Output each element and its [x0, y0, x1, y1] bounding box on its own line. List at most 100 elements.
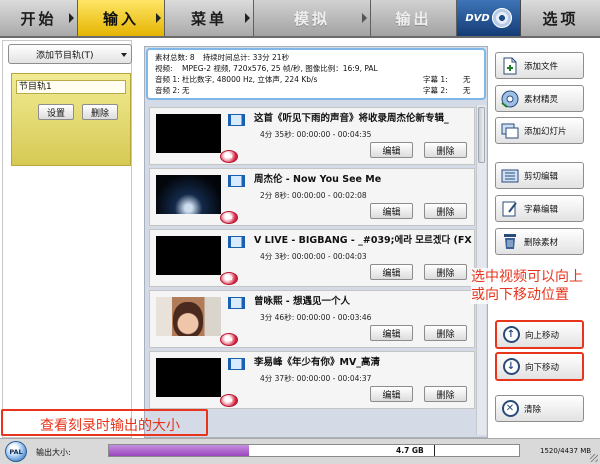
clip-title: V LIVE - BIGBANG - _#039;에라 모르겠다 (FXXK I… — [254, 235, 472, 246]
add-file-button[interactable]: 添加文件 — [495, 52, 584, 79]
pal-format-icon[interactable]: PAL — [5, 441, 27, 462]
tab-simulate-label: 模拟 — [293, 9, 330, 28]
tab-arrow-icon — [69, 13, 74, 23]
track-delete-button[interactable]: 删除 — [82, 104, 118, 120]
move-down-label: 向下移动 — [525, 362, 560, 373]
clip-thumbnail — [156, 175, 221, 214]
clip-thumbnail — [156, 236, 221, 275]
clip-title: 曾咏熙 - 想遇见一个人 — [254, 296, 351, 307]
clip-thumbnail — [156, 114, 221, 153]
subtitle1-value: 无 — [463, 75, 471, 84]
cut-edit-label: 剪切编辑 — [524, 171, 559, 182]
move-up-label: 向上移动 — [525, 330, 560, 341]
wizard-disc-icon — [501, 90, 519, 108]
clip-duration: 4分 35秒: 00:00:00 - 00:04:35 — [260, 130, 372, 139]
clip-delete-button[interactable]: 删除 — [424, 203, 467, 219]
tab-simulate: 模拟 — [254, 0, 371, 36]
clip-edit-button[interactable]: 编辑 — [370, 386, 413, 402]
clip-thumbnail — [156, 358, 221, 397]
subtitle-edit-icon — [501, 200, 519, 218]
subtitle1-label: 字幕 1: — [423, 75, 448, 84]
clear-label: 清除 — [524, 404, 542, 415]
clip-thumbnail — [156, 297, 221, 336]
total-duration: 持续时间总计: 33分 21秒 — [202, 53, 290, 62]
info-summary-row: 素材总数: 8 持续时间总计: 33分 21秒 — [155, 52, 477, 63]
tab-options-label: 选项 — [542, 9, 579, 28]
audio-badge-icon: Fa — [220, 333, 238, 346]
clip-delete-button[interactable]: 删除 — [424, 325, 467, 341]
clip-list: Fa 这首《听见下雨的声音》将收录周杰伦新专辑_ 4分 35秒: 00:00:0… — [149, 105, 475, 437]
clip-item[interactable]: Fa 周杰伦 - Now You See Me 2分 8秒: 00:00:00 … — [149, 168, 475, 226]
audio-badge-icon: Fa — [220, 150, 238, 163]
tab-input-label: 输入 — [102, 9, 139, 28]
clip-edit-button[interactable]: 编辑 — [370, 325, 413, 341]
face-image — [173, 302, 203, 336]
info-video-row: 视频: MPEG-2 视频, 720x576, 25 帧/秒, 图像比例：16:… — [155, 63, 477, 74]
move-up-button[interactable]: ↑ 向上移动 — [495, 320, 584, 349]
audio1-label: 音频 1: — [155, 75, 180, 84]
tab-arrow-icon — [362, 13, 367, 23]
film-icon — [228, 175, 245, 187]
subtitle-edit-button[interactable]: 字幕编辑 — [495, 195, 584, 222]
clip-delete-button[interactable]: 删除 — [424, 264, 467, 280]
resize-grip-icon[interactable] — [590, 454, 598, 462]
film-icon — [228, 358, 245, 370]
clip-item[interactable]: Fa V LIVE - BIGBANG - _#039;에라 모르겠다 (FXX… — [149, 229, 475, 287]
tab-input[interactable]: 输入 — [78, 0, 165, 36]
dvd-format-button[interactable]: DVD — [457, 0, 521, 36]
clip-duration: 3分 46秒: 00:00:00 - 00:03:46 — [260, 313, 372, 322]
capacity-mark: 4.7 GB — [396, 446, 424, 455]
move-hint-line2: 或向下移动位置 — [471, 287, 569, 303]
media-wizard-button[interactable]: 素材精灵 — [495, 85, 584, 112]
subtitle2-value: 无 — [463, 86, 471, 95]
clip-item[interactable]: Fa 李易峰《年少有你》MV_高清 4分 37秒: 00:00:00 - 00:… — [149, 351, 475, 409]
clip-item[interactable]: Fa 曾咏熙 - 想遇见一个人 3分 46秒: 00:00:00 - 00:03… — [149, 290, 475, 348]
clear-icon: ✕ — [501, 400, 519, 418]
tab-arrow-icon — [156, 13, 161, 23]
clip-item[interactable]: Fa 这首《听见下雨的声音》将收录周杰伦新专辑_ 4分 35秒: 00:00:0… — [149, 107, 475, 165]
audio2-value: 无 — [182, 86, 190, 95]
project-info-box: 素材总数: 8 持续时间总计: 33分 21秒 视频: MPEG-2 视频, 7… — [146, 48, 486, 100]
cut-edit-button[interactable]: 剪切编辑 — [495, 162, 584, 189]
audio1-value: 杜比数字, 48000 Hz, 立体声, 224 Kb/s — [182, 75, 318, 84]
clip-delete-button[interactable]: 删除 — [424, 386, 467, 402]
add-slideshow-button[interactable]: 添加幻灯片 — [495, 117, 584, 144]
main-tab-bar: 开始 输入 菜单 模拟 输出 DVD 选项 — [0, 0, 600, 38]
trash-icon — [501, 233, 519, 251]
add-file-icon — [501, 57, 519, 75]
clip-duration: 2分 8秒: 00:00:00 - 00:02:08 — [260, 191, 367, 200]
audio2-label: 音频 2: — [155, 86, 180, 95]
clip-edit-button[interactable]: 编辑 — [370, 142, 413, 158]
cut-edit-icon — [501, 167, 519, 185]
clip-edit-button[interactable]: 编辑 — [370, 203, 413, 219]
move-down-button[interactable]: ↓ 向下移动 — [495, 352, 584, 381]
track-card[interactable]: 节目轨1 设置 删除 — [11, 73, 131, 166]
clear-button[interactable]: ✕ 清除 — [495, 395, 584, 422]
move-hint-line1: 选中视频可以向上 — [471, 269, 583, 285]
output-size-text: 1520/4437 MB — [540, 447, 592, 455]
move-hint-annotation: 选中视频可以向上 或向下移动位置 — [471, 268, 600, 304]
delete-media-button[interactable]: 删除素材 — [495, 228, 584, 255]
clip-delete-button[interactable]: 删除 — [424, 142, 467, 158]
subtitle-edit-label: 字幕编辑 — [524, 204, 559, 215]
dvd-label: DVD — [465, 12, 490, 24]
tab-options[interactable]: 选项 — [521, 0, 600, 36]
arrow-down-icon: ↓ — [502, 358, 520, 376]
status-bar: PAL 输出大小: 4.7 GB 1520/4437 MB — [0, 438, 600, 464]
track-settings-button[interactable]: 设置 — [38, 104, 74, 120]
clip-title: 周杰伦 - Now You See Me — [254, 174, 382, 185]
clip-list-panel: 素材总数: 8 持续时间总计: 33分 21秒 视频: MPEG-2 视频, 7… — [144, 46, 488, 438]
audio-badge-icon: Fa — [220, 394, 238, 407]
film-icon — [228, 297, 245, 309]
arrow-up-icon: ↑ — [502, 326, 520, 344]
track-name: 节目轨1 — [16, 80, 126, 94]
media-wizard-label: 素材精灵 — [524, 94, 559, 105]
scrollbar-thumb[interactable] — [478, 107, 485, 163]
tab-start[interactable]: 开始 — [0, 0, 78, 36]
size-hint-annotation: 查看刻录时输出的大小 — [40, 418, 180, 434]
add-track-dropdown[interactable]: 添加节目轨(T) — [8, 44, 132, 64]
clip-edit-button[interactable]: 编辑 — [370, 264, 413, 280]
tab-arrow-icon — [245, 13, 250, 23]
tab-menu[interactable]: 菜单 — [165, 0, 254, 36]
chevron-down-icon — [121, 53, 127, 57]
